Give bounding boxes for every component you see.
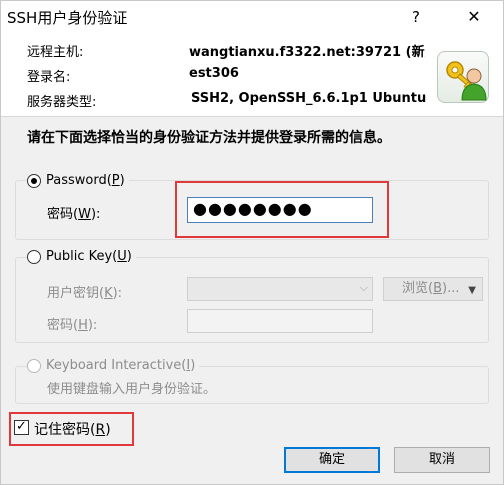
window-title: SSH用户身份验证 [7, 9, 128, 27]
browse-button[interactable]: 浏览(B)... ▼ [383, 277, 483, 301]
instruction-text: 请在下面选择恰当的身份验证方法并提供登录所需的信息。 [27, 130, 391, 146]
host-label: 远程主机: [27, 45, 84, 60]
connection-info-pane: 远程主机: wangtianxu.f3322.net:39721 (新建 登录名… [1, 33, 503, 117]
login-label: 登录名: [27, 70, 71, 85]
login-value: est306 [189, 66, 239, 81]
password-field-label: 密码(W): [47, 207, 101, 222]
public-key-radio-button[interactable] [27, 249, 41, 264]
server-type-label: 服务器类型: [27, 95, 97, 110]
title-bar: SSH用户身份验证 ? ✕ [1, 1, 503, 33]
close-button[interactable]: ✕ [459, 5, 489, 29]
keyboard-interactive-radio[interactable]: Keyboard Interactive(I) [27, 358, 200, 373]
keyboard-interactive-radio-label: Keyboard Interactive(I) [46, 358, 196, 373]
password-radio[interactable]: Password(P) [27, 173, 129, 188]
server-type-value: SSH2, OpenSSH_6.6.1p1 Ubuntu-2u [191, 91, 427, 106]
chevron-down-icon: ⌵ [359, 281, 368, 294]
public-key-radio[interactable]: Public Key(U) [27, 249, 136, 264]
host-value: wangtianxu.f3322.net:39721 (新建 [189, 45, 425, 60]
ok-button[interactable]: 确定 [284, 447, 380, 473]
remember-highlight-box [9, 412, 134, 446]
dropdown-arrow-icon: ▼ [468, 285, 476, 296]
passphrase-label: 密码(H): [47, 318, 98, 333]
user-key-label: 用户密钥(K): [47, 286, 123, 301]
password-highlight-box [175, 181, 389, 238]
keyboard-interactive-description: 使用键盘输入用户身份验证。 [47, 382, 217, 397]
public-key-radio-label: Public Key(U) [46, 249, 132, 264]
keyboard-interactive-radio-button[interactable] [27, 358, 41, 373]
user-key-select[interactable]: ⌵ [187, 277, 373, 301]
help-button[interactable]: ? [401, 5, 431, 29]
password-radio-label: Password(P) [46, 173, 125, 188]
user-key-icon [437, 51, 489, 103]
cancel-button[interactable]: 取消 [394, 447, 490, 473]
password-radio-button[interactable] [27, 173, 41, 188]
ssh-auth-dialog: SSH用户身份验证 ? ✕ 远程主机: wangtianxu.f3322.net… [0, 0, 504, 485]
passphrase-input[interactable] [187, 309, 373, 333]
